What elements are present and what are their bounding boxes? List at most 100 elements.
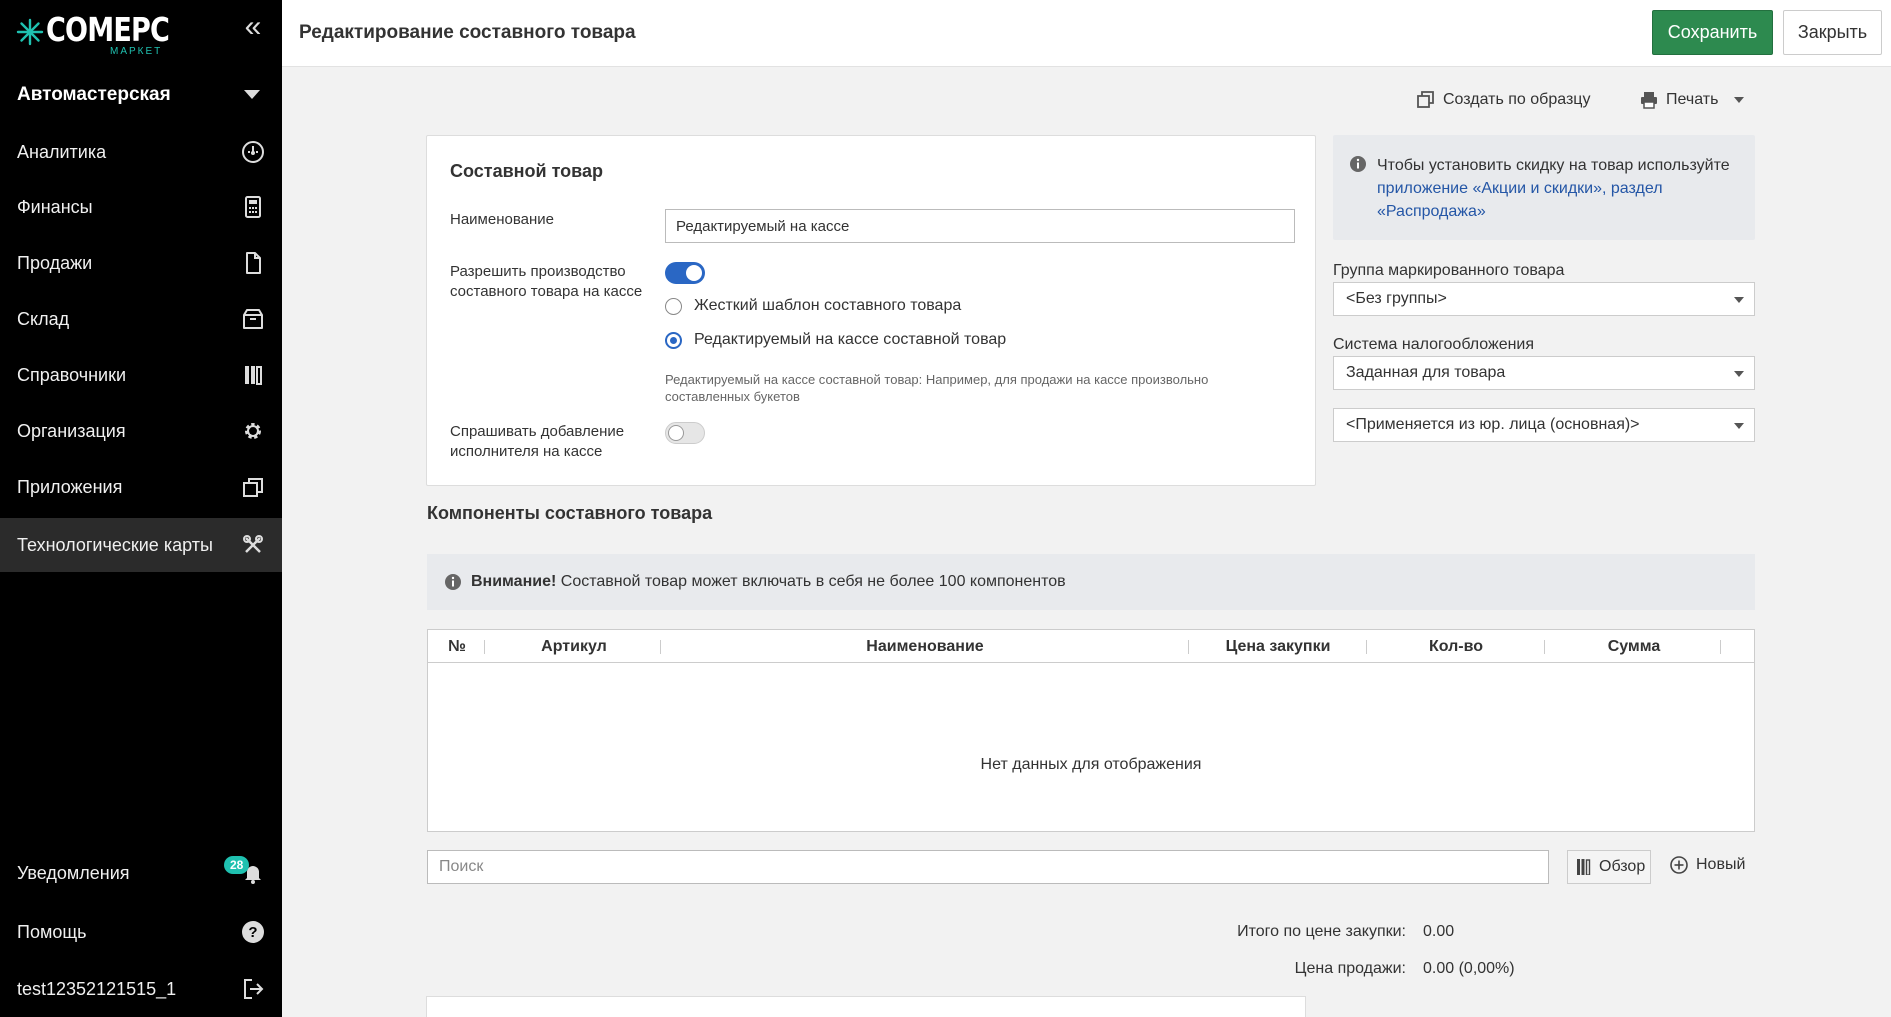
sale-price-label: Цена продажи:	[1294, 960, 1406, 977]
document-icon	[246, 252, 261, 274]
sidebar-item-help[interactable]: Помощь ?	[0, 905, 282, 959]
column-separator[interactable]	[484, 640, 485, 654]
box-icon	[243, 309, 263, 329]
caret-down-icon	[1734, 371, 1744, 377]
sidebar-item-label: Уведомления	[17, 862, 130, 883]
sidebar: COMEPC МАРКЕТ « Автомастерская Аналитика…	[0, 0, 282, 1017]
warning-bold: Внимание!	[471, 573, 557, 590]
books-icon	[1577, 859, 1591, 875]
caret-down-icon	[1734, 97, 1745, 103]
col-quantity[interactable]: Кол-во	[1368, 638, 1544, 656]
page-title: Редактирование составного товара	[299, 22, 636, 43]
sidebar-item-label: Продажи	[17, 252, 93, 273]
sidebar-item-label: Справочники	[17, 364, 127, 385]
ask-executor-label: Спрашивать добавление исполнителя на кас…	[450, 423, 625, 460]
sidebar-item-label: Склад	[17, 308, 70, 329]
name-input[interactable]: Редактируемый на кассе	[665, 209, 1295, 243]
allow-production-toggle[interactable]	[665, 262, 705, 284]
analytics-icon	[242, 141, 264, 163]
new-component-button[interactable]: Новый	[1670, 856, 1745, 874]
radio-editable[interactable]: Редактируемый на кассе составной товар	[665, 331, 1006, 349]
sidebar-item-directories[interactable]: Справочники	[0, 348, 282, 402]
next-section-card	[426, 996, 1306, 1017]
sidebar-item-label: Организация	[17, 420, 126, 441]
radio-button-selected[interactable]	[665, 331, 682, 349]
column-separator[interactable]	[1188, 640, 1189, 654]
caret-down-icon	[1734, 297, 1744, 303]
logo-subtitle: МАРКЕТ	[110, 46, 163, 57]
logo[interactable]: COMEPC МАРКЕТ	[16, 10, 216, 58]
tax-system-label: Система налогообложения	[1333, 336, 1535, 353]
ask-executor-toggle[interactable]	[665, 422, 705, 444]
composite-product-card: Составной товар Наименование Редактируем…	[426, 135, 1316, 486]
copy-icon	[1417, 91, 1434, 108]
components-table: № Артикул Наименование Цена закупки Кол-…	[427, 629, 1755, 832]
print-menu[interactable]: Печать	[1640, 91, 1745, 109]
allow-production-label: Разрешить производство составного товара…	[450, 263, 643, 300]
caret-down-icon	[1734, 423, 1744, 429]
help-icon: ?	[242, 921, 264, 943]
tax-system-select[interactable]: Заданная для товара	[1333, 356, 1755, 390]
books-icon	[245, 366, 262, 385]
component-search-input[interactable]: Поиск	[427, 850, 1549, 884]
components-warning: Внимание! Составной товар может включать…	[427, 554, 1755, 610]
close-button[interactable]: Закрыть	[1783, 10, 1882, 55]
discounts-app-link[interactable]: приложение «Акции и скидки», раздел «Рас…	[1377, 180, 1663, 220]
calculator-icon	[245, 196, 261, 218]
sale-price-value: 0.00 (0,00%)	[1423, 960, 1515, 977]
sidebar-item-tech-cards[interactable]: Технологические карты	[0, 518, 282, 572]
org-name: Автомастерская	[17, 84, 171, 105]
card-title: Составной товар	[450, 161, 603, 181]
sidebar-item-finance[interactable]: Финансы	[0, 180, 282, 234]
radio-strict-template[interactable]: Жесткий шаблон составного товара	[665, 297, 961, 315]
user-name: test12352121515_1	[17, 978, 177, 999]
legal-entity-select[interactable]: <Применяется из юр. лица (основная)>	[1333, 408, 1755, 442]
col-number[interactable]: №	[428, 638, 486, 656]
column-separator[interactable]	[660, 640, 661, 654]
user-menu[interactable]: test12352121515_1	[0, 962, 282, 1016]
browse-button[interactable]: Обзор	[1567, 850, 1651, 884]
column-separator[interactable]	[1544, 640, 1545, 654]
tools-icon	[243, 535, 263, 553]
collapse-sidebar-icon[interactable]: «	[240, 12, 266, 42]
sidebar-item-label: Финансы	[17, 196, 93, 217]
editable-hint: Редактируемый на кассе составной товар: …	[665, 372, 1209, 404]
info-text: Чтобы установить скидку на товар использ…	[1377, 157, 1730, 174]
col-article[interactable]: Артикул	[486, 638, 662, 656]
marking-group-label: Группа маркированного товара	[1333, 262, 1565, 279]
info-icon	[445, 574, 461, 590]
browse-label: Обзор	[1599, 858, 1646, 875]
plus-circle-icon	[1670, 856, 1688, 874]
components-title: Компоненты составного товара	[427, 503, 713, 523]
sidebar-item-label: Технологические карты	[17, 534, 213, 555]
sidebar-item-warehouse[interactable]: Склад	[0, 292, 282, 346]
create-copy-link[interactable]: Создать по образцу	[1417, 91, 1590, 109]
table-header: № Артикул Наименование Цена закупки Кол-…	[428, 630, 1754, 663]
logo-word: COMEPC	[46, 10, 170, 49]
printer-icon	[1641, 92, 1657, 109]
new-label: Новый	[1696, 856, 1746, 873]
column-separator[interactable]	[1366, 640, 1367, 654]
logo-star-icon	[16, 18, 44, 46]
sidebar-item-label: Помощь	[17, 921, 87, 942]
col-name[interactable]: Наименование	[662, 638, 1188, 656]
radio-button[interactable]	[665, 297, 682, 315]
marking-group-select[interactable]: <Без группы>	[1333, 282, 1755, 316]
sidebar-item-label: Приложения	[17, 476, 123, 497]
notifications-badge: 28	[224, 856, 250, 874]
info-icon	[1350, 156, 1366, 172]
sidebar-item-analytics[interactable]: Аналитика	[0, 125, 282, 179]
column-separator[interactable]	[1720, 640, 1721, 654]
sidebar-item-sales[interactable]: Продажи	[0, 236, 282, 290]
col-sum[interactable]: Сумма	[1546, 638, 1722, 656]
org-selector[interactable]: Автомастерская	[0, 72, 282, 118]
logout-icon[interactable]	[240, 976, 266, 1002]
col-purchase-price[interactable]: Цена закупки	[1190, 638, 1366, 656]
purchase-total-label: Итого по цене закупки:	[1237, 923, 1406, 940]
save-button[interactable]: Сохранить	[1652, 10, 1773, 55]
sidebar-item-organization[interactable]: Организация	[0, 404, 282, 458]
select-value: <Применяется из юр. лица (основная)>	[1346, 416, 1640, 433]
sidebar-item-apps[interactable]: Приложения	[0, 460, 282, 514]
print-label: Печать	[1666, 91, 1719, 108]
radio-label: Жесткий шаблон составного товара	[694, 297, 962, 314]
